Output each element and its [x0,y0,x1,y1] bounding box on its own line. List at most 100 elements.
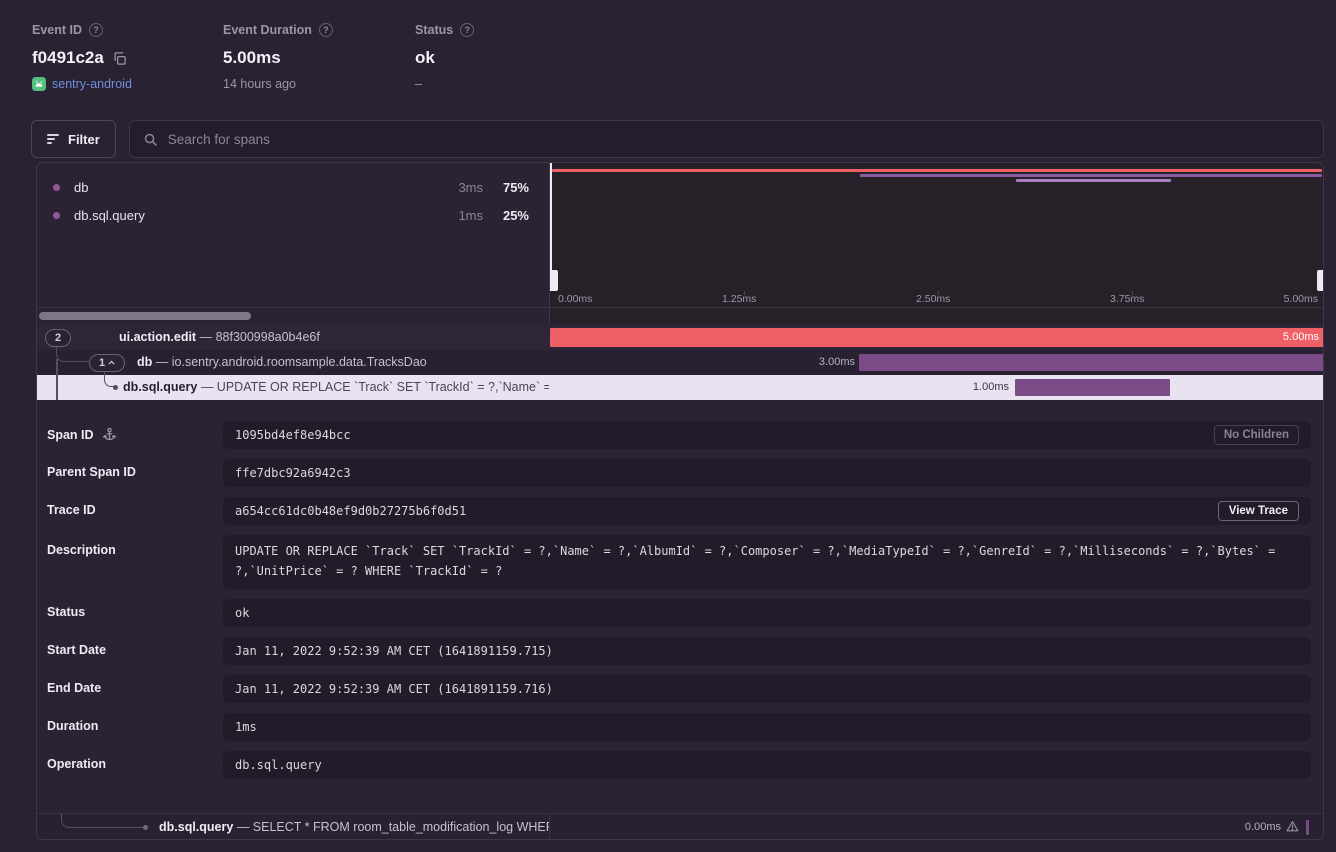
legend-time: 3ms [458,180,483,195]
legend-percent: 75% [503,180,529,195]
operations-breakdown: db 3ms 75% db.sql.query 1ms 25% [37,163,549,323]
minimap-span-ui-action-edit [552,169,1322,172]
event-id-label-text: Event ID [32,23,82,37]
project-link[interactable]: sentry-android [52,77,132,91]
no-children-badge: No Children [1214,425,1299,445]
span-row-db-sql-query-selected[interactable]: db.sql.query — UPDATE OR REPLACE `Track`… [37,375,1324,400]
detail-value-status: ok [223,599,1311,627]
span-search [129,120,1324,158]
span-operation: ui.action.edit [119,330,196,344]
help-icon[interactable] [319,23,333,37]
tree-connector [56,346,89,362]
legend-dot-icon [53,212,60,219]
minimap-span-db-sql-query [1016,179,1171,182]
detail-label-description: Description [47,543,217,557]
detail-value-description: UPDATE OR REPLACE `Track` SET `TrackId` … [223,535,1311,589]
toolbar: Filter [31,120,1324,158]
detail-label-status: Status [47,605,217,619]
span-detail-page: Event ID f0491c2a sentry-android [0,0,1336,852]
column-divider [549,814,550,840]
status-sub: – [415,77,422,91]
scrollbar-thumb[interactable] [39,312,251,320]
span-bar-db-sql-query[interactable] [1015,379,1170,396]
detail-value-parent-span-id: ffe7dbc92a6942c3 [223,459,1311,487]
detail-label-end-date: End Date [47,681,217,695]
detail-value-operation: db.sql.query [223,751,1311,779]
filter-button[interactable]: Filter [31,120,116,158]
horizontal-scrollbar [37,307,549,323]
help-icon[interactable] [460,23,474,37]
span-operation: db.sql.query [159,820,233,834]
detail-label-start-date: Start Date [47,643,217,657]
span-children-toggle[interactable]: 1 [89,354,125,372]
legend-dot-icon [53,184,60,191]
legend-item-db-sql-query[interactable]: db.sql.query 1ms 25% [53,204,533,226]
legend-item-db[interactable]: db 3ms 75% [53,176,533,198]
child-count: 1 [99,357,105,369]
span-row-db-sql-query-select[interactable]: db.sql.query — SELECT * FROM room_table_… [37,813,1324,840]
detail-label-duration: Duration [47,719,217,733]
detail-value-span-id: 1095bd4ef8e94bcc No Children [223,421,1311,449]
event-id-section: Event ID f0491c2a sentry-android [32,23,132,91]
minimap-span-db [860,174,1322,177]
help-icon[interactable] [89,23,103,37]
detail-label-operation: Operation [47,757,217,771]
legend-time: 1ms [458,208,483,223]
detail-label-parent-span-id: Parent Span ID [47,465,217,479]
axis-tick-label: 5.00ms [1284,293,1318,305]
status-section: Status ok – [415,23,474,91]
span-row-db[interactable]: 1 db — io.sentry.android.roomsample.data… [37,350,1324,375]
detail-value-end-date: Jan 11, 2022 9:52:39 AM CET (1641891159.… [223,675,1311,703]
event-id-value: f0491c2a [32,48,104,68]
legend-percent: 25% [503,208,529,223]
span-duration-label: 5.00ms [1283,325,1319,350]
span-bar-ui-action-edit[interactable] [550,328,1324,347]
span-operation: db.sql.query [123,380,197,394]
minimap-spacer [550,307,1324,323]
time-axis: 0.00ms 1.25ms 2.50ms 3.75ms 5.00ms [550,291,1324,307]
legend-name: db [74,180,88,195]
detail-value-start-date: Jan 11, 2022 9:52:39 AM CET (1641891159.… [223,637,1311,665]
android-icon [32,77,46,91]
detail-label-trace-id: Trace ID [47,503,217,517]
event-duration-value: 5.00ms [223,48,281,68]
event-duration-label-text: Event Duration [223,23,312,37]
span-children-toggle[interactable]: 2 [45,329,71,347]
span-description: SELECT * FROM room_table_modification_lo… [253,820,549,834]
span-bar-db[interactable] [859,354,1324,371]
event-id-label: Event ID [32,23,132,37]
span-operation: db [137,355,152,369]
legend-name: db.sql.query [74,208,145,223]
zero-duration-span-bar [1306,820,1309,835]
trace-minimap[interactable]: 0.00ms 1.25ms 2.50ms 3.75ms 5.00ms [549,163,1324,323]
axis-tick-label: 2.50ms [916,293,950,305]
status-value: ok [415,48,435,68]
span-duration-label: 1.00ms [955,375,1009,400]
child-count: 2 [55,332,61,344]
tree-connector [61,814,145,828]
span-row-ui-action-edit[interactable]: 2 ui.action.edit — 88f300998a0b4e6f 5.00… [37,325,1324,350]
minimap-right-handle[interactable] [1317,270,1324,291]
span-duration-label: 0.00ms [1245,814,1281,840]
anchor-icon[interactable] [102,427,117,442]
event-age: 14 hours ago [223,77,296,91]
axis-tick-label: 1.25ms [722,293,756,305]
axis-tick-label: 3.75ms [1110,293,1144,305]
status-label-text: Status [415,23,453,37]
event-duration-section: Event Duration 5.00ms 14 hours ago [223,23,333,91]
filter-icon [47,134,59,144]
search-icon [143,132,158,147]
search-input[interactable] [168,132,1310,147]
chevron-up-icon [108,360,115,365]
view-trace-button[interactable]: View Trace [1218,501,1299,521]
minimap-window-right-edge [1323,163,1324,291]
axis-tick-label: 0.00ms [558,293,592,305]
detail-value-duration: 1ms [223,713,1311,741]
span-description: UPDATE OR REPLACE `Track` SET `TrackId` … [217,380,549,394]
trace-view-panel: db 3ms 75% db.sql.query 1ms 25% [36,162,1324,840]
tree-connector [56,359,58,400]
copy-icon[interactable] [112,51,127,66]
warning-icon[interactable] [1286,820,1299,833]
span-description: 88f300998a0b4e6f [216,330,320,344]
minimap-left-handle[interactable] [550,270,558,291]
